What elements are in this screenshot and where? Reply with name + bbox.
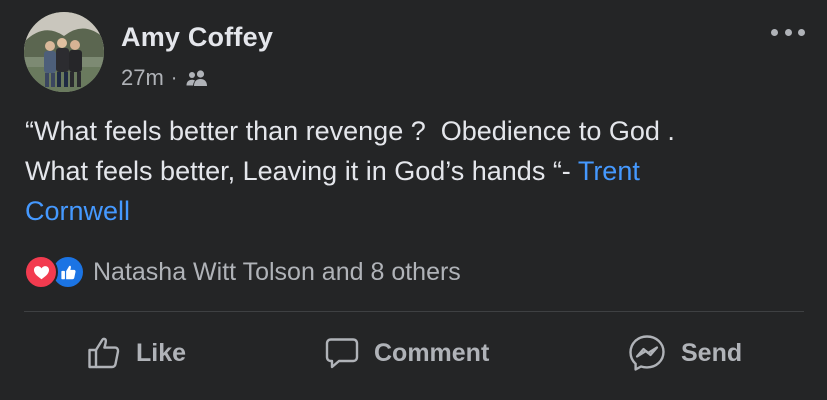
comment-icon (325, 338, 359, 369)
comment-label: Comment (374, 338, 490, 367)
post-text: “What feels better than revenge ? Obedie… (25, 111, 795, 231)
post-actions-bar: Like Comment Send (0, 322, 827, 384)
divider (24, 311, 804, 312)
author-name[interactable]: Amy Coffey (121, 22, 273, 53)
love-reaction-icon (24, 255, 58, 289)
more-horizontal-icon (771, 28, 778, 36)
avatar[interactable] (24, 12, 104, 92)
reactions-text: Natasha Witt Tolson and 8 others (93, 257, 461, 286)
meta-separator: · (170, 66, 178, 89)
post-card: Amy Coffey 27m · “What feels better than… (0, 0, 827, 400)
like-button[interactable]: Like (86, 322, 186, 384)
post-meta: 27m · (121, 64, 209, 92)
send-button[interactable]: Send (627, 322, 742, 384)
send-label: Send (681, 338, 743, 367)
thumbs-up-icon (88, 337, 120, 369)
avatar-photo (24, 12, 104, 92)
comment-button[interactable]: Comment (324, 322, 489, 384)
post-timestamp[interactable]: 27m (121, 65, 164, 91)
more-options-button[interactable] (771, 22, 805, 42)
reactions-summary[interactable]: Natasha Witt Tolson and 8 others (24, 255, 461, 289)
like-label: Like (136, 338, 187, 367)
messenger-icon (629, 335, 665, 371)
friends-icon[interactable] (185, 66, 209, 90)
